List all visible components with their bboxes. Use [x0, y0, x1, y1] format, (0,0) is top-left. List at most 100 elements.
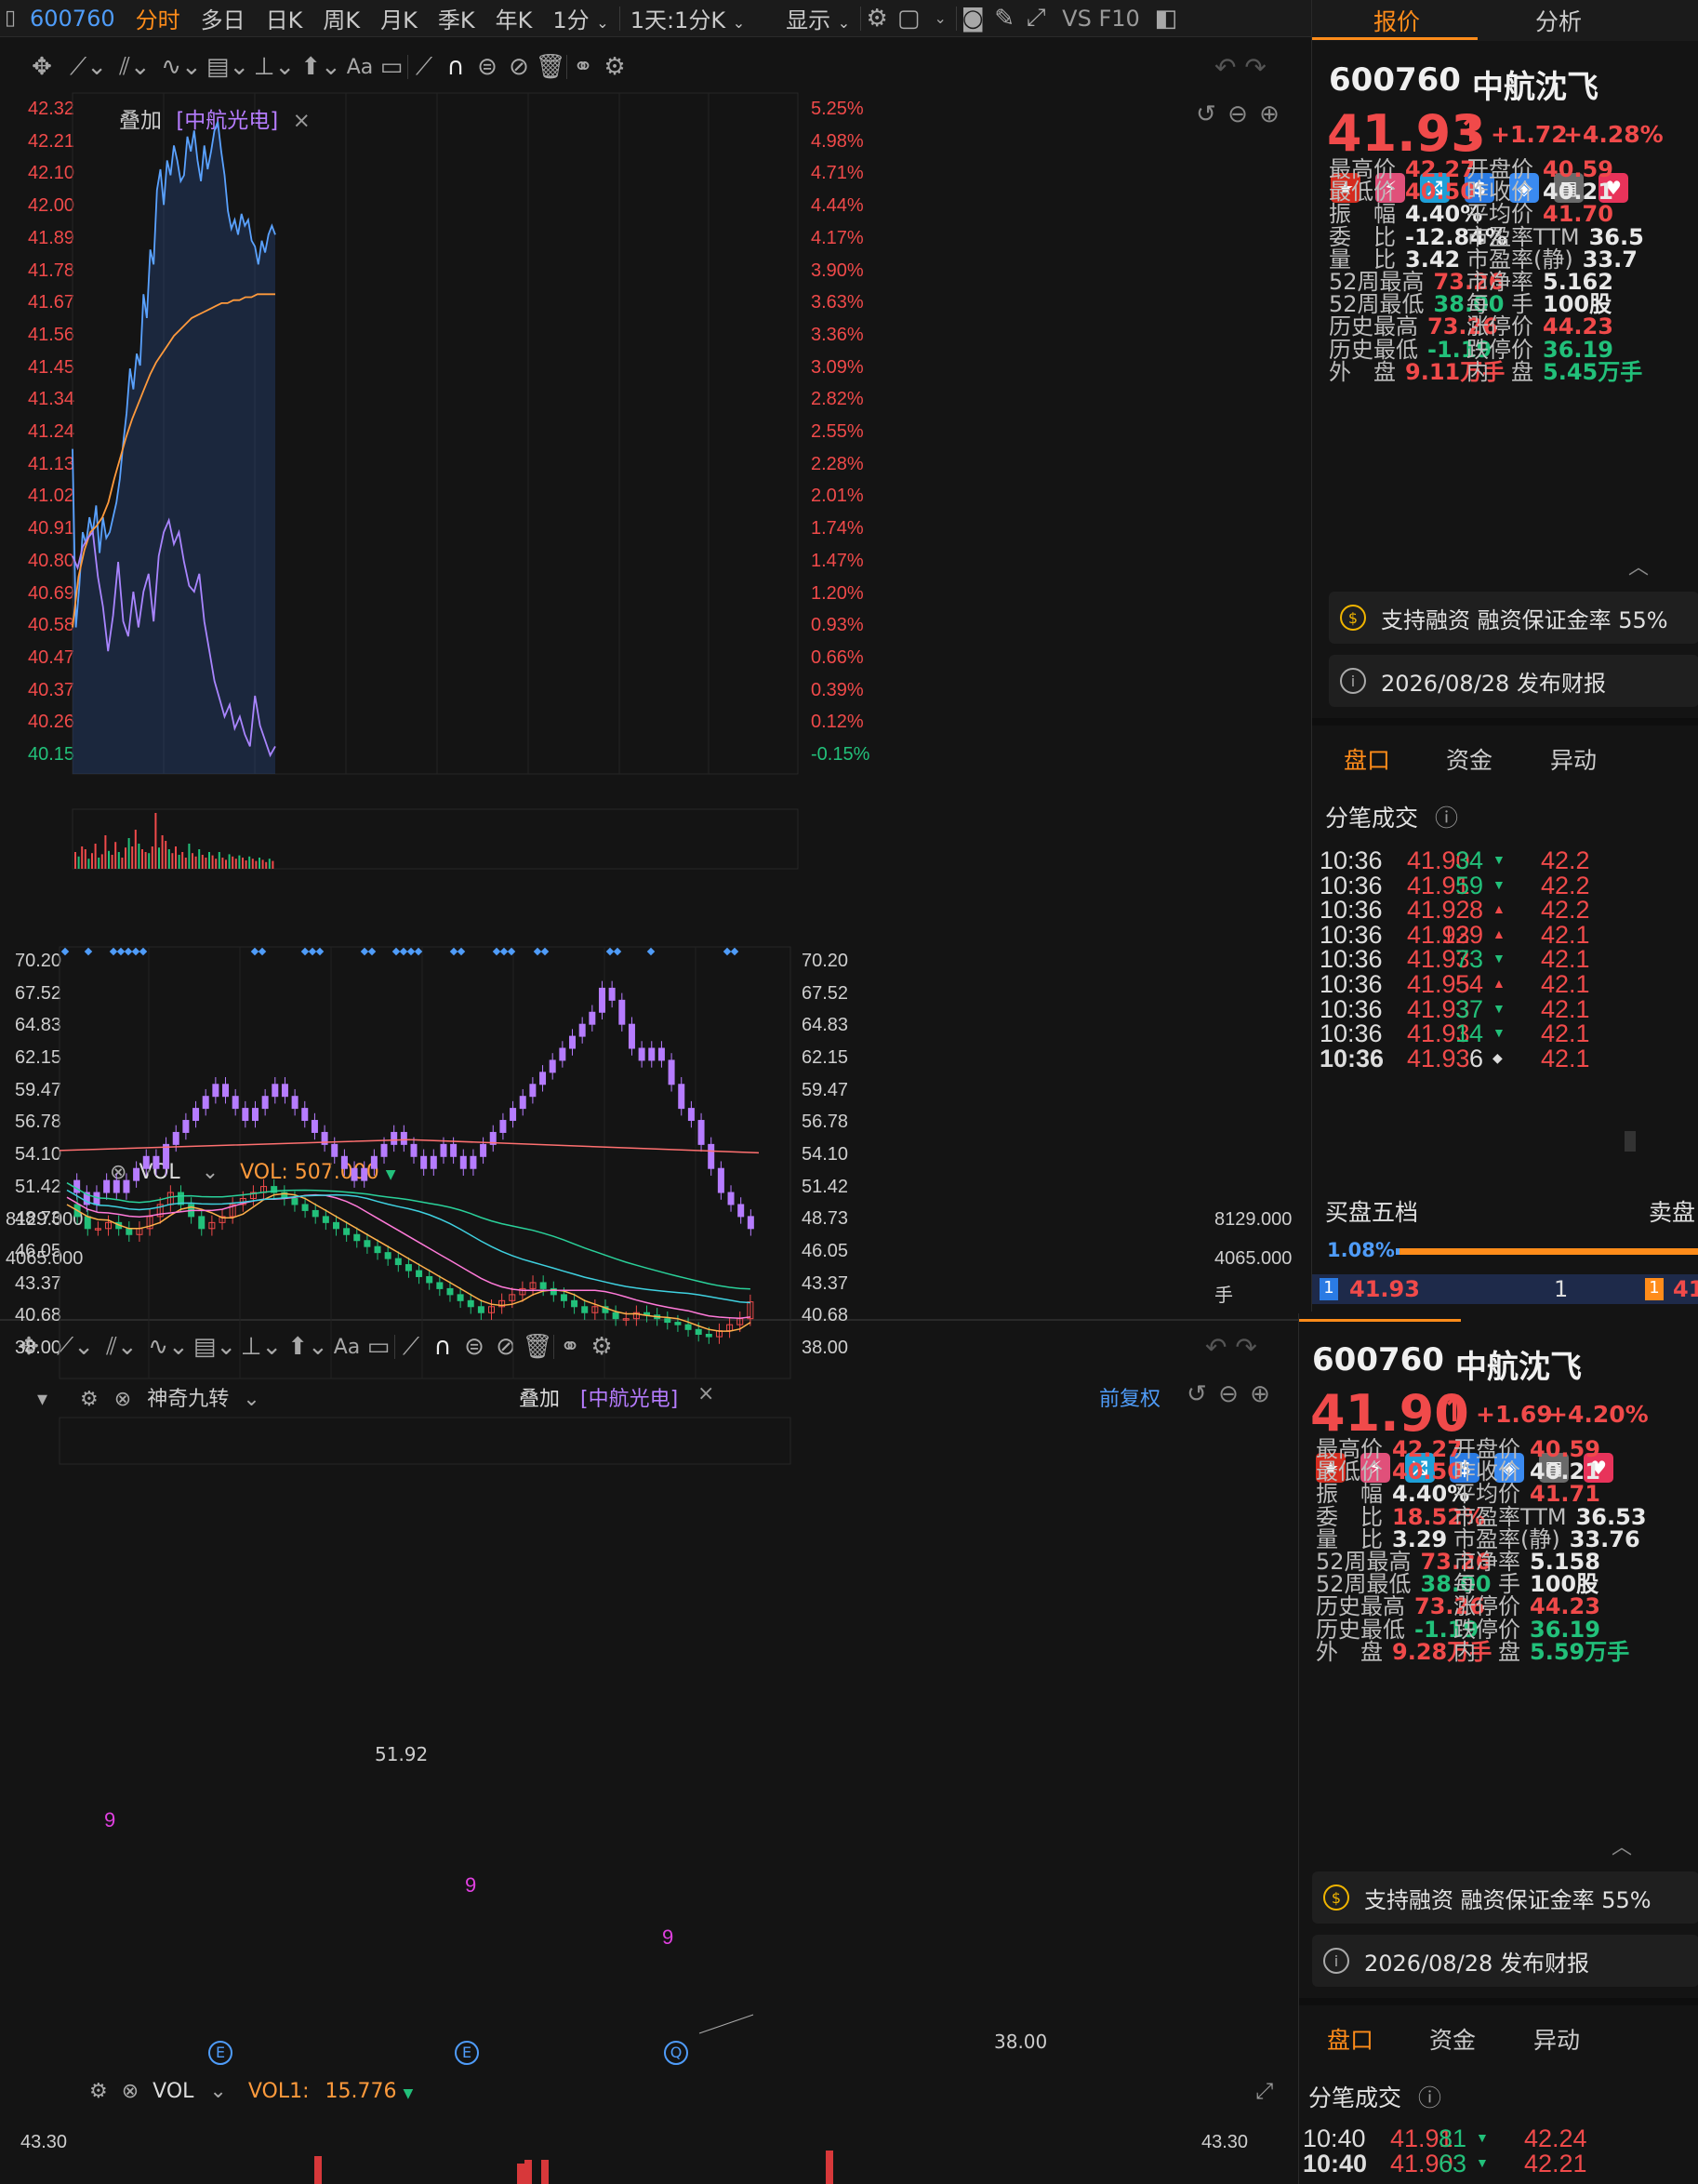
close-icon[interactable]: ×	[697, 1382, 714, 1405]
chevron-down-icon[interactable]: ⌄	[243, 1388, 259, 1411]
triangle-down-icon: ▼	[1492, 852, 1506, 867]
candle-body	[591, 1306, 599, 1313]
tick-row: 10:36 41.90 34 ▼ 42.2	[1320, 846, 1698, 874]
volume-bar	[171, 853, 174, 869]
tick-row: 10:36 41.93 37 ▼ 42.1	[1320, 995, 1698, 1023]
volume-bar	[104, 835, 107, 869]
collapse-icon[interactable]: ▾	[37, 1388, 47, 1411]
ask-price: 41	[1673, 1276, 1698, 1302]
text-tool-icon[interactable]: Aa	[331, 1328, 363, 1365]
volume-bar	[188, 844, 191, 869]
scrollbar[interactable]	[1625, 1131, 1636, 1152]
volume-bar	[272, 860, 274, 869]
margin-info-text: 支持融资 融资保证金率 55%	[1364, 1886, 1652, 1913]
y-tick-left: 40.68	[15, 1305, 62, 1326]
tick-side-price: 42.1	[1541, 1044, 1590, 1072]
volume-bar	[134, 830, 137, 869]
subtab-funds[interactable]: 资金	[1446, 742, 1492, 776]
candle-body	[695, 1328, 702, 1335]
wave-tool-icon[interactable]: ∿⌄	[145, 1328, 192, 1365]
event-marker[interactable]: E	[455, 2041, 479, 2065]
close-icon[interactable]: ⊗	[114, 1388, 131, 1411]
info-icon[interactable]: ⓘ	[1418, 2084, 1441, 2111]
subtab-orderbook[interactable]: 盘口	[1327, 2022, 1373, 2056]
tick-volume: 63	[1438, 2149, 1466, 2177]
y-tick-left: 43.37	[15, 1272, 62, 1294]
tick-row: 10:40 41.91 81 ▼ 42.24	[1303, 2124, 1693, 2152]
margin-info-box[interactable]: $ 支持融资 融资保证金率 55%	[1312, 1871, 1698, 1924]
indicator-name[interactable]: 神奇九转	[147, 1388, 229, 1411]
fib-tool-icon[interactable]: ▤⌄	[192, 1328, 238, 1365]
y-tick-right: 48.73	[802, 1208, 849, 1230]
bid-row[interactable]: 1 41.93 1 1 41	[1312, 1274, 1698, 1304]
magnet-icon[interactable]: ∩	[427, 1328, 458, 1365]
book-ratio: 1.08%	[1327, 1239, 1395, 1261]
candle-body	[632, 1312, 640, 1320]
event-marker[interactable]: E	[208, 2041, 232, 2065]
vol-frame	[59, 1417, 791, 1465]
volume-bar	[251, 859, 254, 869]
overlay-stock[interactable]: [中航光电]	[580, 1382, 678, 1412]
zoom-in-icon[interactable]: ⊕	[1250, 1380, 1270, 1408]
tick-side-price: 42.21	[1524, 2149, 1587, 2177]
zoom-out-icon[interactable]: ⊖	[1218, 1380, 1239, 1408]
volume-bar	[215, 859, 218, 869]
book-left-label: 买盘五档	[1325, 1199, 1419, 1226]
bid-index: 1	[1320, 1278, 1338, 1300]
subtab-funds[interactable]: 资金	[1429, 2022, 1476, 2056]
triangle-up-icon: ▲	[1492, 926, 1506, 941]
volume-bar	[218, 852, 220, 869]
volume-bar	[211, 855, 214, 869]
margin-info-box[interactable]: $ 支持融资 融资保证金率 55%	[1329, 592, 1698, 644]
compare-icon[interactable]: ⚭	[554, 1328, 586, 1365]
candle-body	[674, 1322, 682, 1325]
redo-icon[interactable]: ↷	[1235, 1332, 1256, 1363]
volume-bar	[175, 846, 177, 869]
tab-quote[interactable]: 报价	[1373, 4, 1420, 37]
candle-body	[715, 1330, 723, 1338]
volume-bar	[192, 853, 193, 869]
adjust-button[interactable]: 前复权	[1099, 1382, 1161, 1412]
undo-icon[interactable]: ↶	[1205, 1332, 1227, 1363]
volume-bar	[74, 852, 76, 869]
subtab-anomaly[interactable]: 异动	[1550, 742, 1597, 776]
volume-bar	[114, 842, 117, 869]
eraser-icon[interactable]: ⟋	[395, 1328, 427, 1365]
channel-tool-icon[interactable]: ⫽⌄	[99, 1328, 145, 1365]
volume-bar	[100, 854, 103, 869]
candle-body	[747, 1301, 754, 1320]
y-tick-right: 70.20	[802, 951, 849, 971]
y-tick-left: 59.47	[15, 1079, 62, 1100]
comment-tool-icon[interactable]: ▭	[363, 1328, 394, 1365]
report-info-box[interactable]: i 2026/08/28 发布财报	[1312, 1935, 1698, 1987]
arrow-tool-icon[interactable]: ⬆⌄	[285, 1328, 331, 1365]
tab-analysis[interactable]: 分析	[1535, 4, 1582, 37]
lock-icon[interactable]: ⊜	[458, 1328, 490, 1365]
info-icon[interactable]: ⓘ	[1435, 805, 1458, 832]
settings-icon[interactable]: ⚙	[586, 1328, 617, 1365]
book-right-label: 卖盘	[1649, 1199, 1696, 1226]
settings-icon[interactable]: ⚙	[80, 1388, 99, 1411]
volume-bar	[201, 855, 204, 869]
collapse-icon[interactable]: ︿	[1628, 551, 1649, 580]
reset-icon[interactable]: ↺	[1187, 1380, 1207, 1408]
subtab-orderbook[interactable]: 盘口	[1344, 742, 1390, 776]
subtab-anomaly[interactable]: 异动	[1533, 2022, 1580, 2056]
chevron-down-icon[interactable]: ⌄	[209, 2080, 226, 2103]
trash-icon[interactable]: 🗑	[522, 1328, 553, 1365]
volume-group	[72, 808, 799, 870]
volume-bar	[194, 856, 197, 869]
expand-icon[interactable]: ⤢	[1255, 2078, 1273, 2104]
hide-icon[interactable]: ⊘	[490, 1328, 522, 1365]
collapse-icon[interactable]: ︿	[1612, 1831, 1632, 1860]
info-icon: i	[1340, 668, 1366, 694]
y-tick-right: 43.37	[802, 1272, 849, 1294]
volume-bar	[259, 858, 260, 869]
report-info-box[interactable]: i 2026/08/28 发布财报	[1329, 655, 1698, 707]
close-icon[interactable]: ⊗	[122, 2080, 139, 2103]
settings-icon[interactable]: ⚙	[89, 2080, 108, 2103]
event-marker[interactable]: Q	[664, 2041, 688, 2065]
y-tick-left: 67.52	[15, 982, 62, 1004]
measure-tool-icon[interactable]: ⊥⌄	[238, 1328, 285, 1365]
low-callout-line	[698, 2014, 754, 2034]
